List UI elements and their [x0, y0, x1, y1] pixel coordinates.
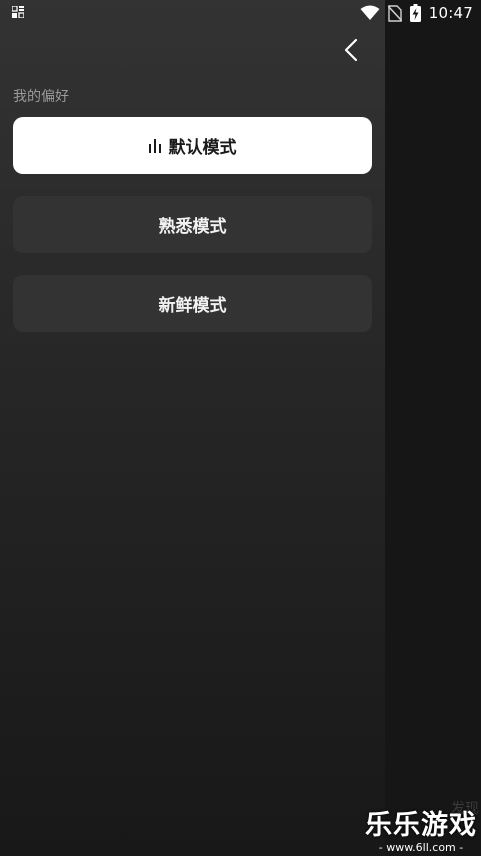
preferences-drawer: 我的偏好 默认模式 熟悉模式 新鲜模式	[0, 0, 385, 856]
equalizer-bars-icon	[148, 138, 161, 153]
mode-option-label: 新鲜模式	[158, 296, 227, 316]
mode-option-fresh[interactable]: 新鲜模式	[13, 275, 372, 332]
watermark-brand: 乐乐游戏	[365, 810, 477, 841]
battery-charging-icon	[409, 4, 421, 22]
mode-option-label: 默认模式	[168, 138, 237, 158]
no-sim-icon	[387, 4, 402, 22]
screen: 我的偏好 默认模式 熟悉模式 新鲜模式 10:47 发现 乐乐游戏 - www.…	[0, 0, 481, 856]
status-bar: 10:47	[0, 0, 481, 26]
mode-option-familiar[interactable]: 熟悉模式	[13, 196, 372, 253]
notification-icon	[12, 6, 24, 18]
watermark-url: - www.6ll.com -	[378, 841, 464, 854]
chevron-left-icon	[344, 38, 358, 62]
back-button[interactable]	[336, 32, 366, 68]
wifi-icon	[360, 5, 380, 20]
dimmed-background-scrim[interactable]	[385, 0, 481, 856]
mode-option-label: 熟悉模式	[158, 217, 227, 237]
section-title: 我的偏好	[13, 89, 69, 105]
watermark-logo: 乐乐游戏 - www.6ll.com -	[365, 810, 477, 855]
mode-option-default[interactable]: 默认模式	[13, 117, 372, 174]
status-time: 10:47	[428, 4, 473, 22]
